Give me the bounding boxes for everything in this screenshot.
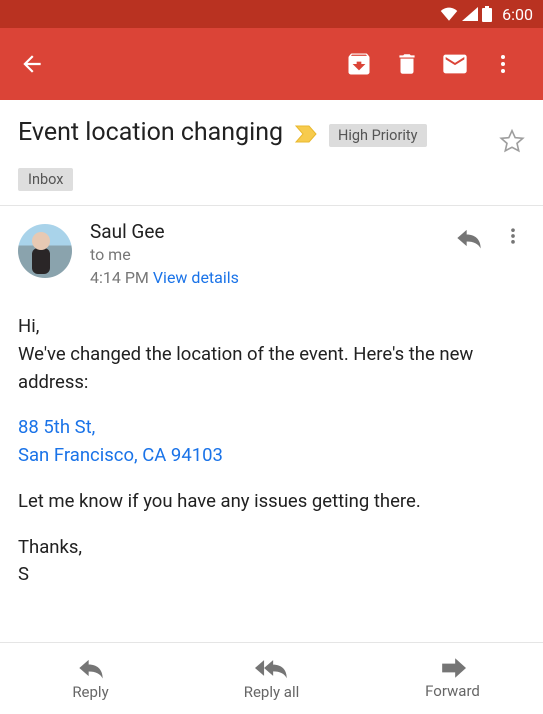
sent-time: 4:14 PM <box>90 268 149 287</box>
address-link-line2[interactable]: San Francisco, CA 94103 <box>18 444 223 466</box>
back-button[interactable] <box>8 40 56 88</box>
email-body: Hi, We've changed the location of the ev… <box>0 297 543 607</box>
archive-button[interactable] <box>335 40 383 88</box>
subject-row: Event location changing High Priority <box>0 100 543 164</box>
star-outline-icon <box>499 128 525 154</box>
email-subject: Event location changing <box>18 118 283 147</box>
overflow-menu-button[interactable] <box>479 40 527 88</box>
body-line2: Let me know if you have any issues getti… <box>18 488 525 516</box>
sender-avatar[interactable] <box>18 224 72 278</box>
battery-icon <box>482 6 492 22</box>
forward-label: Forward <box>425 682 480 700</box>
reply-button[interactable]: Reply <box>0 643 181 714</box>
view-details-link[interactable]: View details <box>153 268 239 287</box>
folder-label[interactable]: Inbox <box>18 168 73 191</box>
sender-row: Saul Gee to me 4:14 PM View details <box>0 206 543 297</box>
forward-button[interactable]: Forward <box>362 643 543 714</box>
body-greeting: Hi, <box>18 313 525 341</box>
importance-marker-icon[interactable] <box>295 125 317 147</box>
priority-label: High Priority <box>329 124 427 147</box>
closing1: Thanks, <box>18 534 525 562</box>
sender-name[interactable]: Saul Gee <box>90 220 447 243</box>
star-button[interactable] <box>499 139 525 158</box>
reply-icon <box>77 657 105 679</box>
more-vert-icon <box>491 52 515 76</box>
arrow-back-icon <box>19 51 45 77</box>
recipient-line[interactable]: to me <box>90 245 447 264</box>
bottom-action-bar: Reply Reply all Forward <box>0 642 543 714</box>
reply-all-icon <box>255 657 289 679</box>
time-line: 4:14 PM View details <box>90 268 447 287</box>
cellular-icon <box>462 7 478 21</box>
message-overflow-button[interactable] <box>491 220 525 256</box>
more-vert-icon <box>503 224 523 248</box>
address-link-line1[interactable]: 88 5th St, <box>18 416 95 438</box>
status-time: 6:00 <box>502 5 533 24</box>
body-line1: We've changed the location of the event.… <box>18 341 525 397</box>
mail-icon <box>441 50 469 78</box>
delete-button[interactable] <box>383 40 431 88</box>
label-row: Inbox <box>0 164 543 205</box>
reply-label: Reply <box>72 683 108 701</box>
app-bar <box>0 28 543 100</box>
archive-icon <box>345 50 373 78</box>
reply-all-button[interactable]: Reply all <box>181 643 362 714</box>
quick-reply-button[interactable] <box>447 222 491 258</box>
trash-icon <box>394 51 420 77</box>
forward-icon <box>440 658 466 678</box>
wifi-icon <box>440 7 458 21</box>
closing2: S <box>18 561 525 589</box>
status-bar: 6:00 <box>0 0 543 28</box>
reply-all-label: Reply all <box>244 683 300 701</box>
reply-icon <box>455 226 483 250</box>
mark-unread-button[interactable] <box>431 40 479 88</box>
